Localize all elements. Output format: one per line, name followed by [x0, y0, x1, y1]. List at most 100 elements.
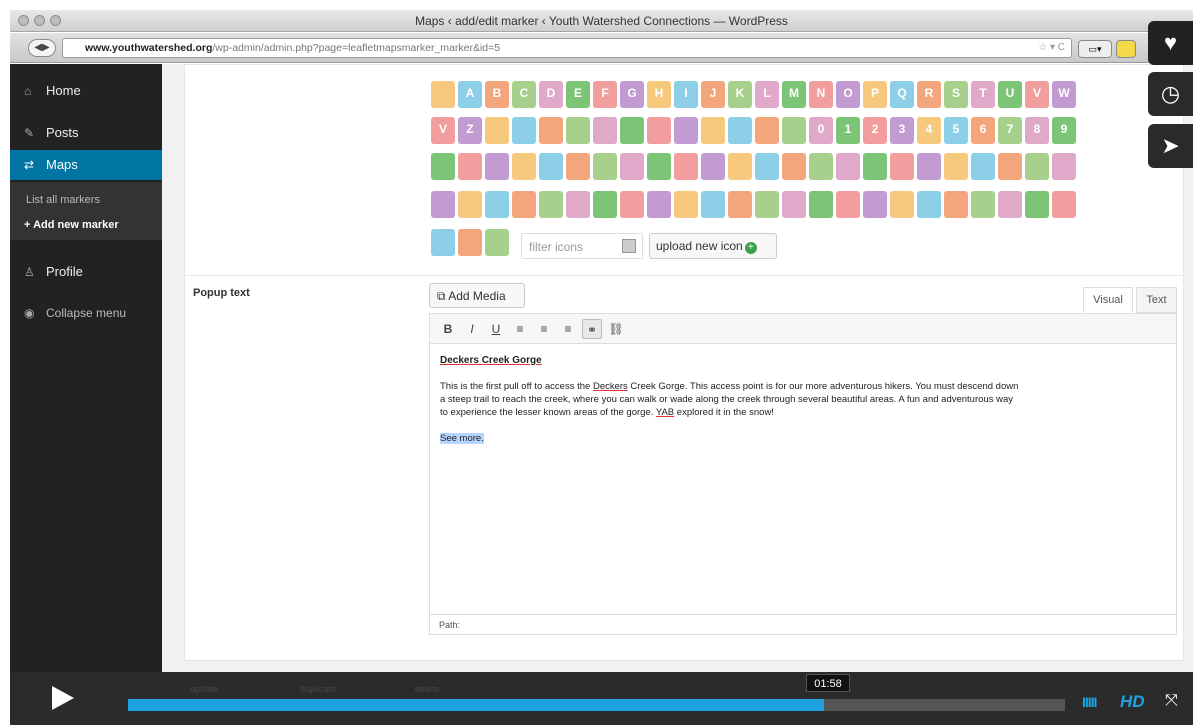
marker-icon-option[interactable]: 5 [944, 117, 968, 144]
editor-content[interactable]: Deckers Creek Gorge This is the first pu… [440, 354, 1020, 445]
marker-icon-option[interactable] [431, 81, 455, 108]
marker-icon-option[interactable] [701, 153, 725, 180]
marker-icon-option[interactable] [971, 153, 995, 180]
sidebar-item-posts[interactable]: ✎ Posts [10, 118, 162, 148]
marker-icon-option[interactable] [539, 117, 563, 144]
marker-icon-option[interactable] [917, 153, 941, 180]
marker-icon-option[interactable] [728, 117, 752, 144]
marker-icon-option[interactable]: T [971, 81, 995, 108]
marker-icon-option[interactable]: D [539, 81, 563, 108]
align-right-icon[interactable]: ≡ [558, 319, 578, 339]
marker-icon-option[interactable] [539, 191, 563, 218]
marker-icon-option[interactable] [431, 153, 455, 180]
filter-icons-input[interactable]: filter icons [521, 233, 643, 259]
marker-icon-option[interactable] [890, 153, 914, 180]
extension-icon[interactable] [1116, 40, 1136, 58]
marker-icon-option[interactable] [674, 117, 698, 144]
marker-icon-option[interactable] [593, 153, 617, 180]
bold-button[interactable]: B [438, 319, 458, 339]
align-left-icon[interactable]: ≡ [510, 319, 530, 339]
marker-icon-option[interactable] [1025, 191, 1049, 218]
marker-icon-option[interactable] [674, 191, 698, 218]
sidebar-item-maps[interactable]: ⇄ Maps [10, 150, 162, 180]
fullscreen-icon[interactable]: ⤧ [1165, 692, 1178, 710]
see-more-link[interactable]: See more. [440, 433, 484, 444]
marker-icon-option[interactable]: 9 [1052, 117, 1076, 144]
marker-icon-option[interactable]: H [647, 81, 671, 108]
marker-icon-option[interactable]: J [701, 81, 725, 108]
volume-icon[interactable]: IIIII [1082, 694, 1097, 710]
unlink-icon[interactable]: ⛓ [606, 319, 626, 339]
marker-icon-option[interactable] [512, 191, 536, 218]
marker-icon-option[interactable] [944, 191, 968, 218]
marker-icon-option[interactable] [539, 153, 563, 180]
add-media-button[interactable]: ⧉ Add Media [429, 283, 525, 308]
marker-icon-option[interactable]: 8 [1025, 117, 1049, 144]
hd-button[interactable]: HD [1120, 692, 1145, 712]
marker-icon-option[interactable]: 0 [809, 117, 833, 144]
marker-icon-option[interactable] [836, 153, 860, 180]
marker-icon-option[interactable]: 2 [863, 117, 887, 144]
marker-icon-option[interactable] [836, 191, 860, 218]
marker-icon-option[interactable] [971, 191, 995, 218]
marker-icon-option[interactable]: N [809, 81, 833, 108]
marker-icon-option[interactable] [647, 117, 671, 144]
marker-icon-option[interactable] [998, 153, 1022, 180]
marker-icon-option[interactable]: I [674, 81, 698, 108]
insert-link-icon[interactable]: ⚭ [582, 319, 602, 339]
marker-icon-option[interactable]: S [944, 81, 968, 108]
marker-icon-option[interactable] [728, 191, 752, 218]
sidebar-item-collapse[interactable]: ◉ Collapse menu [10, 298, 162, 328]
marker-icon-option[interactable]: B [485, 81, 509, 108]
marker-icon-option[interactable] [647, 191, 671, 218]
marker-icon-option[interactable] [701, 117, 725, 144]
marker-icon-option[interactable] [620, 153, 644, 180]
send-icon[interactable]: ➤ [1148, 124, 1193, 168]
marker-icon-option[interactable]: L [755, 81, 779, 108]
marker-icon-option[interactable] [593, 191, 617, 218]
marker-icon-option[interactable] [809, 191, 833, 218]
marker-icon-option[interactable]: 4 [917, 117, 941, 144]
marker-icon-option[interactable]: O [836, 81, 860, 108]
marker-icon-option[interactable] [863, 191, 887, 218]
clock-icon[interactable]: ◷ [1148, 72, 1193, 116]
address-bar[interactable]: www.youthwatershed.org/wp-admin/admin.ph… [62, 38, 1072, 58]
marker-icon-option[interactable]: Q [890, 81, 914, 108]
marker-icon-option[interactable]: 3 [890, 117, 914, 144]
marker-icon-option[interactable] [485, 229, 509, 256]
marker-icon-option[interactable]: G [620, 81, 644, 108]
marker-icon-option[interactable]: W [1052, 81, 1076, 108]
marker-icon-option[interactable] [485, 191, 509, 218]
play-icon[interactable] [52, 686, 74, 710]
upload-new-icon-button[interactable]: upload new icon + [649, 233, 777, 259]
marker-icon-option[interactable] [458, 229, 482, 256]
marker-icon-option[interactable] [755, 153, 779, 180]
marker-icon-option[interactable] [1052, 153, 1076, 180]
marker-icon-option[interactable]: E [566, 81, 590, 108]
sidebar-item-home[interactable]: ⌂ Home [10, 76, 162, 106]
marker-icon-option[interactable] [809, 153, 833, 180]
search-icon[interactable] [622, 239, 636, 253]
marker-icon-option[interactable] [701, 191, 725, 218]
marker-icon-option[interactable]: C [512, 81, 536, 108]
marker-icon-option[interactable] [647, 153, 671, 180]
back-button[interactable]: ◀▶ [28, 39, 56, 57]
italic-button[interactable]: I [462, 319, 482, 339]
bookmark-star-icon[interactable]: ☆ ▾ C [1038, 42, 1065, 53]
marker-icon-option[interactable] [566, 153, 590, 180]
marker-icon-option[interactable] [593, 117, 617, 144]
marker-icon-option[interactable]: Z [458, 117, 482, 144]
marker-icon-option[interactable] [755, 191, 779, 218]
marker-icon-option[interactable] [512, 153, 536, 180]
reader-button[interactable]: ▭▾ [1078, 40, 1112, 58]
submenu-add-new-marker[interactable]: + Add new marker [24, 219, 119, 231]
submenu-list-all-markers[interactable]: List all markers [26, 194, 100, 206]
marker-icon-option[interactable] [485, 153, 509, 180]
marker-icon-option[interactable]: V [431, 117, 455, 144]
marker-icon-option[interactable] [782, 191, 806, 218]
marker-icon-option[interactable]: F [593, 81, 617, 108]
tab-visual[interactable]: Visual [1083, 287, 1133, 313]
marker-icon-option[interactable] [485, 117, 509, 144]
marker-icon-option[interactable] [566, 191, 590, 218]
tab-text[interactable]: Text [1136, 287, 1177, 313]
